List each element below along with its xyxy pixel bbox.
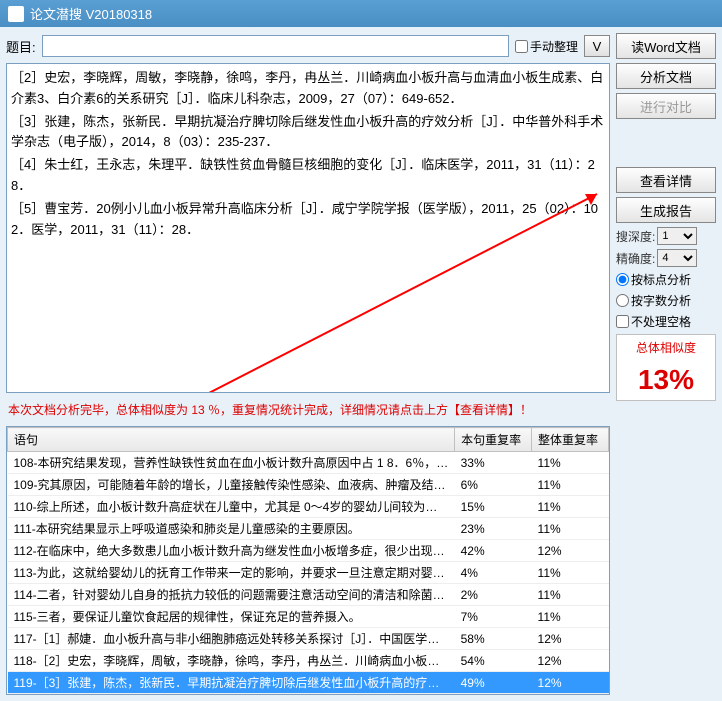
table-row[interactable]: 113-为此，这就给婴幼儿的抚育工作带来一定的影响，并要求一旦注意定期对婴幼儿进… <box>8 562 609 584</box>
window-title: 论文潜搜 V20180318 <box>30 4 152 23</box>
table-row[interactable]: 111-本研究结果显示上呼吸道感染和肺炎是儿童感染的主要原因。23%11% <box>8 518 609 540</box>
table-row[interactable]: 109-究其原因，可能随着年龄的增长，儿童接触传染性感染、血液病、肿瘤及结缔组织… <box>8 474 609 496</box>
table-row[interactable]: 108-本研究结果发现，营养性缺铁性贫血在血小板计数升高原因中占 1 8．6％，… <box>8 452 609 474</box>
by-punct-radio[interactable] <box>616 273 629 286</box>
details-button[interactable]: 查看详情 <box>616 167 716 193</box>
score-value: 13% <box>621 364 711 396</box>
skip-space-checkbox[interactable] <box>616 315 629 328</box>
col-sent-rate[interactable]: 本句重复率 <box>455 428 532 452</box>
table-row[interactable]: 114-二者，针对婴幼儿自身的抵抗力较低的问题需要注意活动空间的清洁和除菌，防止… <box>8 584 609 606</box>
topic-input[interactable] <box>42 35 509 57</box>
table-row[interactable]: 112-在临床中，绝大多数患儿血小板计数升高为继发性血小板增多症，很少出现症状，… <box>8 540 609 562</box>
reference-line: ［5］曹宝芳．20例小儿血小板异常升高临床分析［J］．咸宁学院学报（医学版），2… <box>11 199 605 241</box>
depth-select[interactable]: 1 <box>657 227 697 245</box>
col-total-rate[interactable]: 整体重复率 <box>532 428 609 452</box>
compare-button: 进行对比 <box>616 93 716 119</box>
table-row[interactable]: 115-三者，要保证儿童饮食起居的规律性，保证充足的营养摄入。7%11% <box>8 606 609 628</box>
report-button[interactable]: 生成报告 <box>616 197 716 223</box>
score-label: 总体相似度 <box>621 339 711 356</box>
score-box: 总体相似度 13% <box>616 334 716 401</box>
depth-label: 搜深度: <box>616 228 655 245</box>
accuracy-label: 精确度: <box>616 250 655 267</box>
col-sentence[interactable]: 语句 <box>8 428 455 452</box>
by-chars-label: 按字数分析 <box>631 292 691 309</box>
app-icon <box>8 6 24 22</box>
table-row[interactable]: 118-［2］史宏，李晓辉，周敏，李晓静，徐鸣，李丹，冉丛兰．川崎病血小板升高与… <box>8 650 609 672</box>
table-row[interactable]: 110-综上所述，血小板计数升高症状在儿童中，尤其是 0～4岁的婴幼儿间较为常见… <box>8 496 609 518</box>
window-titlebar: 论文潜搜 V20180318 <box>0 0 722 27</box>
by-chars-radio[interactable] <box>616 294 629 307</box>
status-line: 本次文档分析完毕，总体相似度为 13 ％，重复情况统计完成，详细情况请点击上方【… <box>6 397 610 422</box>
manual-sort-checkbox[interactable] <box>515 40 528 53</box>
reference-line: ［2］史宏，李晓辉，周敏，李晓静，徐鸣，李丹，冉丛兰．川崎病血小板升高与血清血小… <box>11 68 605 110</box>
reference-line: ［3］张建，陈杰，张新民．早期抗凝治疗脾切除后继发性血小板升高的疗效分析［J］．… <box>11 112 605 154</box>
topic-label: 题目: <box>6 37 36 56</box>
analyze-button[interactable]: 分析文档 <box>616 63 716 89</box>
results-table: 语句 本句重复率 整体重复率 108-本研究结果发现，营养性缺铁性贫血在血小板计… <box>6 426 610 695</box>
v-button[interactable]: V <box>584 35 610 57</box>
accuracy-select[interactable]: 4 <box>657 249 697 267</box>
skip-space-label: 不处理空格 <box>631 313 691 330</box>
manual-sort-label: 手动整理 <box>530 38 578 55</box>
reference-line: ［4］朱士红，王永志，朱理平．缺铁性贫血骨髓巨核细胞的变化［J］．临床医学，20… <box>11 155 605 197</box>
table-row[interactable]: 117-［1］郝婕．血小板升高与非小细胞肺癌远处转移关系探讨［J］．中国医学创新… <box>8 628 609 650</box>
table-row[interactable]: 119-［3］张建，陈杰，张新民．早期抗凝治疗脾切除后继发性血小板升高的疗效分析… <box>8 672 609 694</box>
reference-textarea[interactable]: ［2］史宏，李晓辉，周敏，李晓静，徐鸣，李丹，冉丛兰．川崎病血小板升高与血清血小… <box>6 63 610 393</box>
read-word-button[interactable]: 读Word文档 <box>616 33 716 59</box>
by-punct-label: 按标点分析 <box>631 271 691 288</box>
